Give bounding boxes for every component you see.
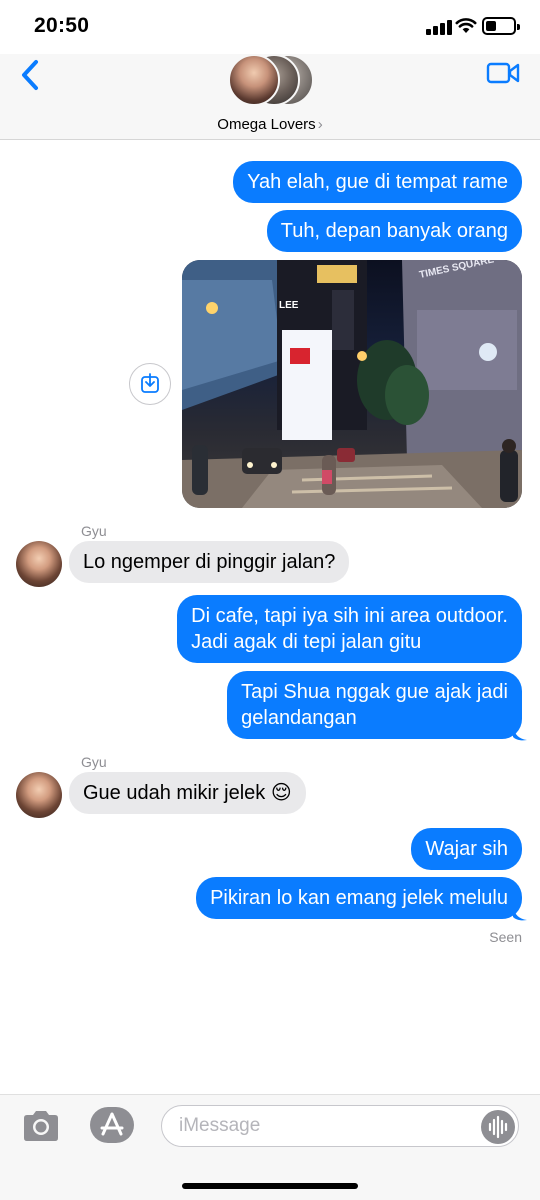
- audio-waveform-icon: [488, 1115, 508, 1139]
- message-text-line: gelandangan: [241, 707, 357, 729]
- outgoing-message[interactable]: Tuh, depan banyak orang: [266, 210, 522, 252]
- camera-icon[interactable]: [20, 1109, 62, 1143]
- sender-name: Gyu: [81, 754, 107, 770]
- back-chevron-icon[interactable]: [16, 58, 46, 92]
- group-avatar[interactable]: [228, 54, 314, 110]
- message-text-line: Di cafe, tapi iya sih ini area outdoor.: [191, 605, 508, 627]
- app-store-icon: [100, 1112, 124, 1136]
- video-call-icon[interactable]: [486, 60, 520, 86]
- message-input[interactable]: [161, 1105, 519, 1147]
- avatar[interactable]: [16, 541, 62, 587]
- outgoing-message[interactable]: Tapi Shua nggak gue ajak jadi gelandanga…: [227, 671, 522, 739]
- group-name-label: Omega Lovers: [217, 116, 316, 133]
- battery-icon: [482, 17, 520, 35]
- chevron-right-icon: ›: [317, 116, 323, 133]
- audio-record-button[interactable]: [481, 1110, 515, 1144]
- read-receipt: Seen: [489, 929, 522, 945]
- save-image-button[interactable]: [129, 363, 171, 405]
- home-indicator[interactable]: [182, 1183, 358, 1189]
- outgoing-message[interactable]: Pikiran lo kan emang jelek melulu: [196, 877, 522, 919]
- bubble-tail: [513, 727, 527, 741]
- message-text: Lo ngemper di pinggir jalan?: [83, 551, 336, 573]
- message-text: Gue udah mikir jelek 😌: [83, 782, 292, 804]
- photo-sign: LEE: [279, 300, 299, 311]
- save-image-icon: [140, 372, 159, 393]
- message-text: Tuh, depan banyak orang: [280, 220, 508, 242]
- message-text-line: Jadi agak di tepi jalan gitu: [191, 631, 422, 653]
- incoming-message[interactable]: Lo ngemper di pinggir jalan?: [69, 541, 350, 583]
- message-text: Yah elah, gue di tempat rame: [247, 171, 508, 193]
- outgoing-message[interactable]: Wajar sih: [411, 828, 522, 870]
- message-text: Pikiran lo kan emang jelek melulu: [210, 887, 508, 909]
- bubble-tail: [513, 907, 527, 921]
- avatar[interactable]: [16, 772, 62, 818]
- conversation-header: Omega Lovers ›: [0, 54, 540, 140]
- outgoing-message[interactable]: Di cafe, tapi iya sih ini area outdoor. …: [177, 595, 522, 663]
- wifi-icon: [455, 18, 477, 33]
- street-photo: LEE TIMES SQUARE: [182, 260, 522, 508]
- group-member-avatar: [228, 54, 280, 106]
- signal-icon: [426, 19, 452, 35]
- sender-name: Gyu: [81, 523, 107, 539]
- image-message[interactable]: LEE TIMES SQUARE: [182, 260, 522, 508]
- app-store-button[interactable]: [90, 1107, 134, 1143]
- message-text: Wajar sih: [425, 838, 508, 860]
- status-bar: 20:50: [0, 0, 540, 54]
- outgoing-message[interactable]: Yah elah, gue di tempat rame: [233, 161, 522, 203]
- message-text-line: Tapi Shua nggak gue ajak jadi: [241, 681, 508, 703]
- status-time: 20:50: [34, 14, 90, 37]
- incoming-message[interactable]: Gue udah mikir jelek 😌: [69, 772, 306, 814]
- group-name[interactable]: Omega Lovers ›: [0, 116, 540, 133]
